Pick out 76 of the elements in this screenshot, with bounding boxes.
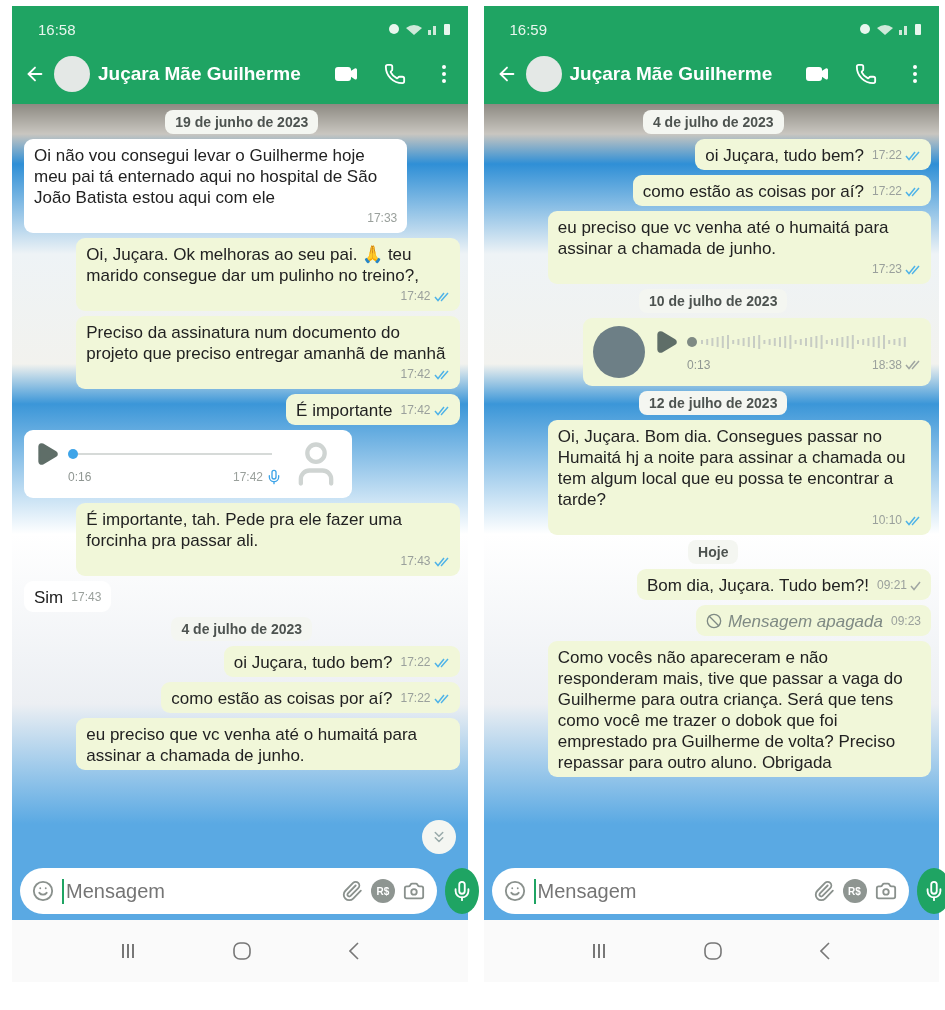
contact-avatar[interactable] xyxy=(54,56,90,92)
outgoing-message: É importante, tah. Pede pra ele fazer uma forcinha pra passar ali. 17:43 xyxy=(76,503,460,576)
home-button[interactable] xyxy=(232,942,251,960)
contact-name[interactable]: Juçara Mãe Guilherme xyxy=(569,63,797,85)
message-time: 18:38 xyxy=(871,356,902,374)
message-time: 17:42 xyxy=(400,402,431,419)
message-time: 17:42 xyxy=(400,366,431,383)
outgoing-message: como estão as coisas por aí? 17:22 xyxy=(632,175,931,206)
back-nav-button[interactable] xyxy=(348,942,359,960)
outgoing-message: Oi, Juçara. Ok melhoras ao seu pai. 🙏 teu marido consegue dar um pulinho no treino?, 17:42 xyxy=(76,238,460,311)
date-separator: 10 de julho de 2023 xyxy=(639,289,788,313)
message-time: 17:43 xyxy=(71,589,102,606)
contact-avatar[interactable] xyxy=(525,56,562,92)
message-input[interactable]: Mensagem xyxy=(62,878,333,904)
photo-placeholder xyxy=(593,326,645,378)
attach-icon[interactable] xyxy=(812,880,835,902)
phone-call-button[interactable] xyxy=(383,63,406,85)
audio-duration: 0:16 xyxy=(68,468,92,486)
mic-icon xyxy=(266,469,282,485)
outgoing-message: Bom dia, Juçara. Tudo bem?! 09:21 xyxy=(636,569,931,600)
back-nav-button[interactable] xyxy=(820,942,831,960)
date-separator: 4 de julho de 2023 xyxy=(642,110,784,134)
message-time: 17:22 xyxy=(871,183,902,200)
message-bar[interactable]: Mensagem R$ xyxy=(491,868,909,914)
outgoing-message: oi Juçara, tudo bem? 17:22 xyxy=(223,646,460,677)
status-icons-drawing xyxy=(859,22,923,36)
contact-name[interactable]: Juçara Mãe Guilherme xyxy=(98,63,326,85)
message-time: 09:23 xyxy=(890,613,921,630)
recent-apps-button[interactable] xyxy=(120,943,135,959)
phone-call-button[interactable] xyxy=(855,63,877,85)
attach-icon[interactable] xyxy=(341,880,363,902)
date-separator: 4 de julho de 2023 xyxy=(171,617,313,641)
date-separator: Hoje xyxy=(688,540,739,564)
mic-button[interactable] xyxy=(445,868,479,914)
message-time: 17:42 xyxy=(400,288,431,305)
outgoing-message: Oi, Juçara. Bom dia. Consegues passar no Humaitá hj a noite para assinar a chamada ou tem algum local que eu possa te encontrar a tarde? 10:10 xyxy=(547,420,931,535)
incoming-message: Sim 17:43 xyxy=(24,581,112,612)
mic-button[interactable] xyxy=(916,868,945,914)
message-time: 17:22 xyxy=(400,690,431,707)
message-time: 17:42 xyxy=(232,468,263,486)
deleted-message: Mensagem apagada 09:23 xyxy=(695,605,931,636)
emoji-icon[interactable] xyxy=(32,880,54,902)
message-time: 17:22 xyxy=(871,147,902,164)
progress-thumb[interactable] xyxy=(68,448,78,459)
outgoing-message: eu preciso que vc venha até o humaitá para assinar a chamada de junho. xyxy=(76,718,460,770)
camera-icon[interactable] xyxy=(403,880,425,902)
incoming-message: Oi não vou consegui levar o Guilherme hoje meu pai tá enternado aqui no hospital de São João Batista estou aqui com ele 17:33 xyxy=(24,139,408,233)
outgoing-message: Como vocês não apareceram e não responderam mais, tive que passar a vaga do Guilherme para outra criança. Será que tens como você me trazer o dobok que foi emprestado pra Guilherme de volta? Preciso repassar para outro aluno. Obrigada xyxy=(547,641,931,777)
recent-apps-button[interactable] xyxy=(592,943,607,959)
audio-duration: 0:13 xyxy=(687,356,711,374)
blocked-icon xyxy=(705,613,722,629)
status-time: 16:59 xyxy=(509,20,548,38)
message-time: 17:43 xyxy=(400,553,431,570)
outgoing-message: É importante 17:42 xyxy=(286,394,460,425)
date-separator: 19 de junho de 2023 xyxy=(165,110,319,134)
status-time: 16:58 xyxy=(38,20,76,38)
outgoing-message: eu preciso que vc venha até o humaitá para assinar a chamada de junho. 17:23 xyxy=(547,211,931,284)
outgoing-message: oi Juçara, tudo bem? 17:22 xyxy=(695,139,931,170)
message-time: 09:21 xyxy=(876,577,907,594)
status-icons-drawing xyxy=(387,22,452,36)
home-button[interactable] xyxy=(704,942,723,960)
emoji-icon[interactable] xyxy=(503,880,526,902)
camera-icon[interactable] xyxy=(874,880,897,902)
message-time: 17:22 xyxy=(400,654,431,671)
outgoing-message: como estão as coisas por aí? 17:22 xyxy=(161,682,460,713)
message-time: 17:23 xyxy=(871,261,902,278)
scroll-down-button[interactable] xyxy=(421,820,456,854)
message-input[interactable]: Mensagem xyxy=(533,878,805,904)
payment-button[interactable]: R$ xyxy=(371,879,395,903)
payment-button[interactable]: R$ xyxy=(842,879,867,903)
progress-thumb[interactable] xyxy=(687,336,697,347)
message-bar[interactable]: Mensagem R$ xyxy=(20,868,437,914)
message-time: 10:10 xyxy=(871,512,902,529)
date-separator: 12 de julho de 2023 xyxy=(639,391,788,415)
outgoing-message: Preciso da assinatura num documento do projeto que preciso entregar amanhã de manhã 17:42 xyxy=(76,316,460,389)
message-time: 17:33 xyxy=(367,210,398,227)
